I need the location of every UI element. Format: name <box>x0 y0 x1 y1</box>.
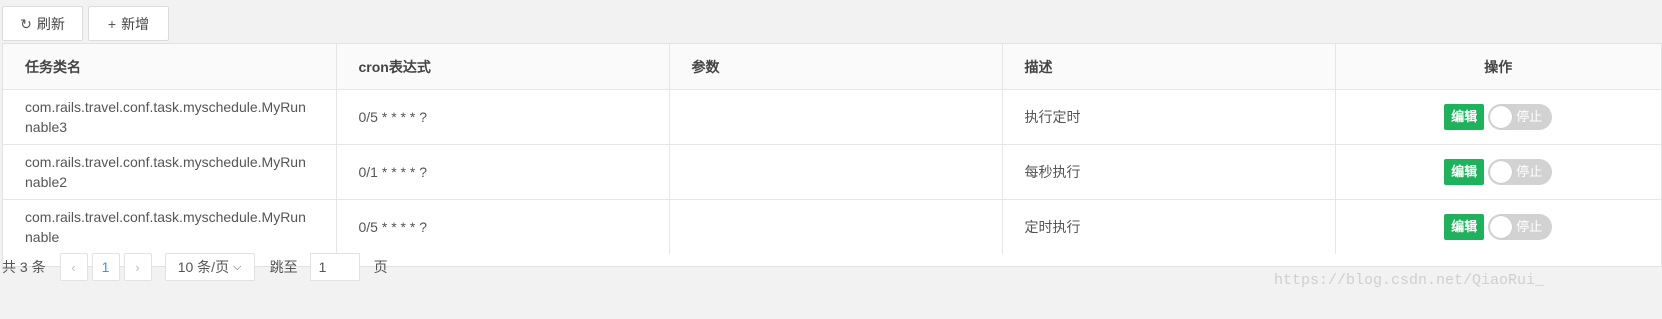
edit-button[interactable]: 编辑 <box>1444 214 1485 240</box>
toggle-knob <box>1490 161 1513 183</box>
status-toggle[interactable]: 停止 <box>1488 214 1553 240</box>
header-cron: cron表达式 <box>336 44 670 90</box>
cell-operations: 编辑 停止 <box>1335 89 1661 145</box>
cell-cron: 0/5 * * * * ? <box>336 89 670 145</box>
edit-button[interactable]: 编辑 <box>1444 159 1485 185</box>
cell-class-name: com.rails.travel.conf.task.myschedule.My… <box>3 89 337 145</box>
watermark: https://blog.csdn.net/QiaoRui_ <box>1274 272 1545 289</box>
table-row: com.rails.travel.conf.task.myschedule.My… <box>3 89 1661 145</box>
cell-params <box>669 199 1003 254</box>
cell-cron: 0/5 * * * * ? <box>336 199 670 254</box>
page-size-value: 10 条/页 <box>177 259 230 275</box>
cell-description: 执行定时 <box>1002 89 1336 145</box>
toolbar: ↻ 刷新 + 新增 <box>2 6 169 41</box>
refresh-button[interactable]: ↻ 刷新 <box>2 6 83 41</box>
chevron-down-icon: ⌵ <box>233 260 242 273</box>
cell-operations: 编辑 停止 <box>1335 144 1661 200</box>
cell-cron: 0/1 * * * * ? <box>336 144 670 200</box>
chevron-left-icon: ‹ <box>71 259 76 275</box>
jump-page-input[interactable] <box>309 253 360 281</box>
add-label: 新增 <box>121 15 150 32</box>
page-size-select[interactable]: 10 条/页 ⌵ <box>164 253 255 281</box>
page-number[interactable]: 1 <box>91 253 120 281</box>
cell-operations: 编辑 停止 <box>1335 200 1661 255</box>
cell-params <box>669 144 1003 200</box>
cell-params <box>669 89 1003 145</box>
toggle-label: 停止 <box>1516 109 1543 124</box>
jump-label: 跳至 <box>269 259 298 275</box>
cell-description: 每秒执行 <box>1002 144 1336 200</box>
header-description: 描述 <box>1002 44 1336 90</box>
table-row: com.rails.travel.conf.task.myschedule.My… <box>3 144 1661 200</box>
edit-button[interactable]: 编辑 <box>1444 104 1485 130</box>
header-class-name: 任务类名 <box>3 44 337 90</box>
cell-description: 定时执行 <box>1002 199 1336 254</box>
page-suffix: 页 <box>373 259 388 275</box>
status-toggle[interactable]: 停止 <box>1488 104 1553 130</box>
toggle-label: 停止 <box>1516 164 1543 179</box>
header-params: 参数 <box>669 44 1003 90</box>
add-button[interactable]: + 新增 <box>88 6 169 41</box>
cell-class-name: com.rails.travel.conf.task.myschedule.My… <box>3 199 337 254</box>
pagination: 共 3 条 ‹ 1 › 10 条/页 ⌵ 跳至 页 <box>2 253 388 281</box>
cell-class-name: com.rails.travel.conf.task.myschedule.My… <box>3 144 337 200</box>
prev-page-button[interactable]: ‹ <box>59 253 88 281</box>
total-count: 共 3 条 <box>2 259 46 275</box>
table-header-row: 任务类名 cron表达式 参数 描述 操作 <box>3 44 1661 90</box>
chevron-right-icon: › <box>135 259 140 275</box>
toggle-knob <box>1490 216 1513 238</box>
plus-icon: + <box>107 15 117 32</box>
task-table: 任务类名 cron表达式 参数 描述 操作 com.rails.travel.c… <box>2 43 1662 267</box>
table-row: com.rails.travel.conf.task.myschedule.My… <box>3 199 1661 255</box>
refresh-label: 刷新 <box>36 15 65 32</box>
header-operations: 操作 <box>1335 44 1661 90</box>
toggle-knob <box>1490 106 1513 128</box>
next-page-button[interactable]: › <box>123 253 152 281</box>
toggle-label: 停止 <box>1516 219 1543 234</box>
status-toggle[interactable]: 停止 <box>1488 159 1553 185</box>
refresh-icon: ↻ <box>20 15 32 32</box>
